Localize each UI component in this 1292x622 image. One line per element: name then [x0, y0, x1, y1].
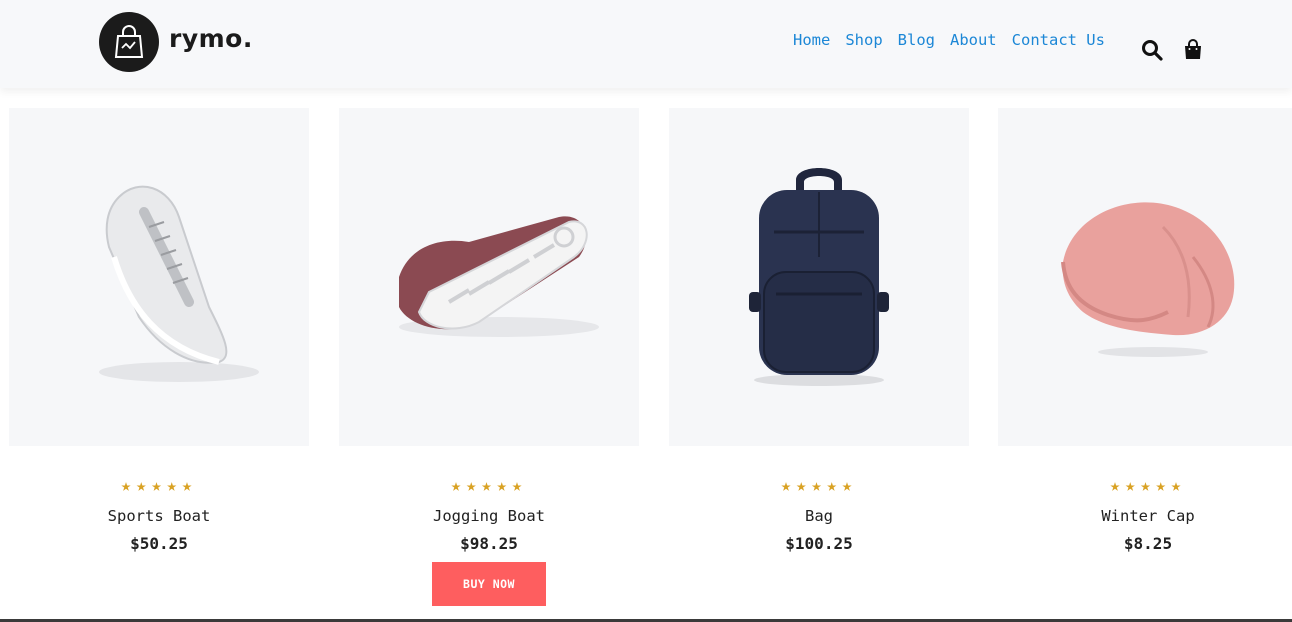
search-icon[interactable] [1140, 38, 1164, 62]
product-image-maroon-sneaker[interactable] [339, 108, 639, 446]
site-header: rymo. Home Shop Blog About Contact Us [0, 0, 1292, 88]
nav-about[interactable]: About [950, 31, 997, 49]
product-image-pink-beanie[interactable] [998, 108, 1292, 446]
star-rating: ★★★★★ [1109, 476, 1187, 496]
cart-icon[interactable] [1181, 38, 1205, 62]
nav-home[interactable]: Home [793, 31, 830, 49]
buy-now-button[interactable]: BUY NOW [432, 562, 546, 606]
product-price: $8.25 [1123, 534, 1173, 553]
star-rating: ★★★★★ [120, 476, 198, 496]
shopping-bag-icon [114, 25, 144, 58]
star-rating: ★★★★★ [780, 476, 858, 496]
product-price: $100.25 [785, 534, 853, 553]
product-name[interactable]: Bag [669, 507, 969, 525]
product-price: $98.25 [460, 534, 518, 553]
product-image-white-sneaker[interactable] [9, 108, 309, 446]
nav-blog[interactable]: Blog [898, 31, 935, 49]
nav-shop[interactable]: Shop [845, 31, 882, 49]
product-card[interactable]: ★★★★★ Sports Boat $50.25 [9, 108, 309, 553]
main-nav: Home Shop Blog About Contact Us [793, 31, 1120, 49]
nav-contact-us[interactable]: Contact Us [1012, 31, 1105, 49]
brand-name[interactable]: rymo. [169, 24, 253, 53]
product-card[interactable]: ★★★★★ Jogging Boat $98.25 BUY NOW [339, 108, 639, 606]
product-name[interactable]: Jogging Boat [339, 507, 639, 525]
product-name[interactable]: Sports Boat [9, 507, 309, 525]
product-image-navy-backpack[interactable] [669, 108, 969, 446]
logo-badge[interactable] [99, 12, 159, 72]
product-card[interactable]: ★★★★★ Bag $100.25 [669, 108, 969, 553]
product-price: $50.25 [130, 534, 188, 553]
product-card[interactable]: ★★★★★ Winter Cap $8.25 [998, 108, 1292, 553]
product-name[interactable]: Winter Cap [998, 507, 1292, 525]
star-rating: ★★★★★ [450, 476, 528, 496]
